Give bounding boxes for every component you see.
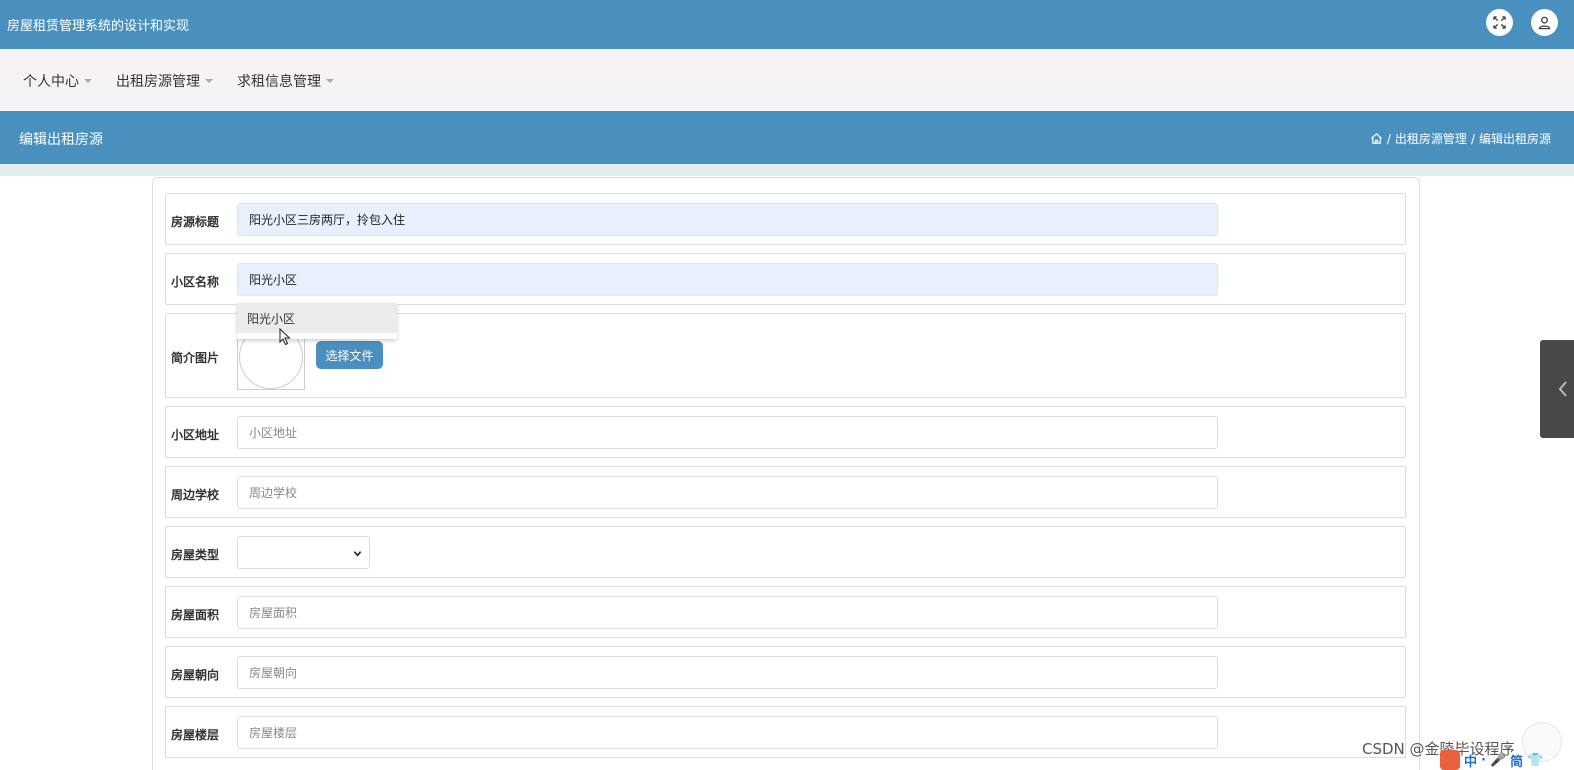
form-row-type: 房屋类型	[165, 526, 1406, 578]
address-input[interactable]: 小区地址	[237, 416, 1218, 449]
title-input[interactable]: 阳光小区三房两厅，拎包入住	[237, 203, 1218, 236]
form-row-school: 周边学校 周边学校	[165, 466, 1406, 518]
ime-simplified[interactable]: 简	[1510, 751, 1523, 770]
nav-item-personal-center[interactable]: 个人中心	[23, 71, 92, 91]
floor-input[interactable]: 房屋楼层	[237, 716, 1218, 749]
mouse-cursor-icon	[279, 328, 291, 346]
orientation-label: 房屋朝向	[171, 668, 220, 682]
home-icon[interactable]	[1370, 132, 1383, 145]
ime-tray: 中 · 🎤 简 👕	[1440, 750, 1543, 770]
breadcrumb-separator: /	[1386, 131, 1391, 146]
area-input[interactable]: 房屋面积	[237, 596, 1218, 629]
form-row-address: 小区地址 小区地址	[165, 406, 1406, 458]
choose-file-button[interactable]: 选择文件	[316, 341, 383, 369]
breadcrumb-item-current: 编辑出租房源	[1478, 132, 1551, 146]
user-icon	[1538, 16, 1551, 30]
breadcrumb: / 出租房源管理 / 编辑出租房源	[1370, 130, 1551, 147]
form-row-orientation: 房屋朝向 房屋朝向	[165, 646, 1406, 698]
orientation-input[interactable]: 房屋朝向	[237, 656, 1218, 689]
autocomplete-dropdown: 阳光小区	[237, 303, 397, 339]
ime-punctuation[interactable]: ·	[1481, 753, 1486, 768]
ime-logo-icon	[1440, 750, 1460, 770]
floor-label: 房屋楼层	[171, 728, 220, 742]
autocomplete-option[interactable]: 阳光小区	[237, 303, 397, 333]
main-nav: 个人中心 出租房源管理 求租信息管理	[0, 49, 1574, 111]
fullscreen-button[interactable]	[1486, 9, 1513, 36]
breadcrumb-separator: /	[1470, 131, 1475, 146]
page-title: 编辑出租房源	[19, 132, 103, 148]
form-row-area: 房屋面积 房屋面积	[165, 586, 1406, 638]
chevron-down-icon	[353, 551, 362, 557]
caret-down-icon	[326, 79, 334, 83]
side-drawer-toggle[interactable]	[1540, 340, 1574, 438]
area-label: 房屋面积	[171, 608, 220, 622]
image-label: 简介图片	[171, 351, 220, 365]
school-input[interactable]: 周边学校	[237, 476, 1218, 509]
form-row-title: 房源标题 阳光小区三房两厅，拎包入住	[165, 193, 1406, 245]
school-label: 周边学校	[171, 488, 220, 502]
nav-item-label: 出租房源管理	[116, 74, 200, 90]
nav-item-rental-listings[interactable]: 出租房源管理	[116, 71, 213, 91]
type-label: 房屋类型	[171, 548, 220, 562]
header-band	[0, 164, 1574, 176]
microphone-icon[interactable]: 🎤	[1490, 753, 1506, 768]
nav-item-wanted-info[interactable]: 求租信息管理	[237, 71, 334, 91]
caret-down-icon	[205, 79, 213, 83]
address-label: 小区地址	[171, 428, 220, 442]
user-menu-button[interactable]	[1531, 9, 1558, 36]
title-label: 房源标题	[171, 215, 220, 229]
type-select[interactable]	[237, 536, 370, 569]
image-preview	[237, 338, 305, 390]
nav-item-label: 求租信息管理	[237, 74, 321, 90]
ime-mode-chinese[interactable]: 中	[1464, 751, 1477, 770]
top-bar: 房屋租赁管理系统的设计和实现	[0, 0, 1574, 49]
form-row-community: 小区名称 阳光小区	[165, 253, 1406, 305]
community-label: 小区名称	[171, 275, 220, 289]
image-placeholder	[239, 339, 303, 389]
form-row-floor: 房屋楼层 房屋楼层	[165, 706, 1406, 758]
fullscreen-icon	[1493, 16, 1506, 29]
caret-down-icon	[84, 79, 92, 83]
chevron-left-icon	[1558, 381, 1567, 397]
nav-item-label: 个人中心	[23, 74, 79, 90]
breadcrumb-item-rental-listings[interactable]: 出租房源管理	[1395, 130, 1467, 147]
app-title: 房屋租赁管理系统的设计和实现	[7, 19, 190, 34]
community-input[interactable]: 阳光小区	[237, 263, 1218, 296]
page-header: 编辑出租房源 / 出租房源管理 / 编辑出租房源	[0, 111, 1574, 164]
shirt-icon[interactable]: 👕	[1527, 753, 1543, 768]
